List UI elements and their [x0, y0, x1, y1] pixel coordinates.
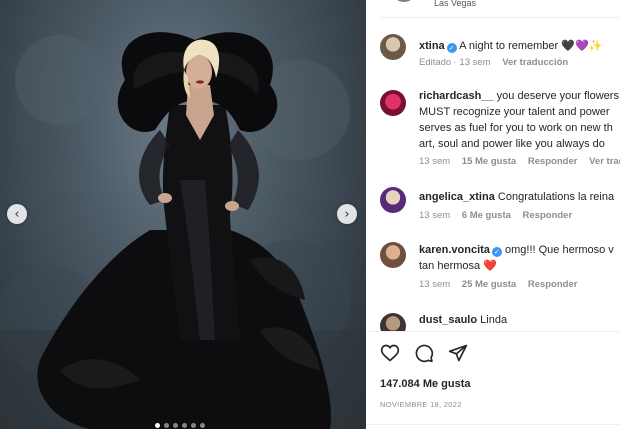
carousel-dot[interactable] [173, 423, 178, 428]
comment-text: MUST recognize your talent and power [419, 106, 610, 118]
carousel-indicator [155, 423, 205, 428]
comment-text: Congratulations la reina [497, 191, 615, 203]
avatar[interactable] [380, 242, 406, 268]
timestamp[interactable]: 13 sem [419, 279, 450, 290]
caption-meta: Editado · 13 sem Ver traducción [419, 57, 569, 68]
comment-text: tan hermosa ❤️ [419, 260, 497, 272]
likes-count[interactable]: 147.084 Me gusta [380, 378, 471, 390]
carousel-dot[interactable] [164, 423, 169, 428]
comment-username[interactable]: angelica_xtina [419, 191, 495, 203]
avatar[interactable] [380, 313, 406, 331]
comment-meta: 13 sem 25 Me gusta Responder [419, 279, 586, 290]
comment-text: Linda [480, 314, 508, 326]
chevron-right-icon: › [344, 206, 350, 222]
carousel-dot[interactable] [191, 423, 196, 428]
translate-link[interactable]: Ver trad [589, 156, 620, 167]
divider [366, 331, 620, 332]
comment-likes[interactable]: 15 Me gusta [462, 156, 516, 167]
comments-panel: Las Vegas xtina ✓ A night to remember 🖤💜✨… [366, 0, 620, 429]
chevron-left-icon: ‹ [14, 206, 20, 222]
location-label[interactable]: Las Vegas [434, 0, 476, 8]
share-icon[interactable] [448, 343, 468, 363]
comment-text: art, soul and power like you always do [419, 138, 605, 150]
carousel-dot[interactable] [155, 423, 160, 428]
avatar[interactable] [380, 90, 406, 116]
avatar[interactable] [380, 34, 406, 60]
edited-label: Editado [419, 57, 452, 68]
heart-icon[interactable] [380, 343, 400, 363]
comment-likes[interactable]: 25 Me gusta [462, 279, 516, 290]
comment-likes[interactable]: 6 Me gusta [462, 210, 511, 221]
reply-button[interactable]: Responder [523, 210, 573, 221]
carousel-dot[interactable] [182, 423, 187, 428]
comment-text: serves as fuel for you to work on new th [419, 122, 613, 134]
timestamp[interactable]: 13 sem [459, 57, 490, 68]
action-bar [380, 343, 468, 363]
author-username[interactable]: xtina [419, 40, 445, 52]
comment-item: dust_saulo Linda [380, 311, 620, 331]
next-image-button[interactable]: › [337, 204, 357, 224]
reply-button[interactable]: Responder [528, 279, 578, 290]
comment-username[interactable]: karen.voncita [419, 244, 490, 256]
reply-button[interactable]: Responder [528, 156, 578, 167]
timestamp[interactable]: 13 sem [419, 156, 450, 167]
caption-text: A night to remember 🖤💜✨ [459, 40, 603, 52]
comment-text: omg!!! Que hermoso v [504, 244, 614, 256]
verified-badge-icon: ✓ [446, 43, 457, 53]
comment-text: you deserve your flowers [496, 90, 619, 102]
carousel-dot[interactable] [200, 423, 205, 428]
divider [366, 424, 620, 425]
avatar[interactable] [380, 187, 406, 213]
timestamp[interactable]: 13 sem [419, 210, 450, 221]
translate-link[interactable]: Ver traducción [502, 57, 568, 68]
comment-meta: 13 sem 15 Me gusta Responder Ver trad [419, 156, 620, 167]
post-date[interactable]: NOVIEMBRE 18, 2022 [380, 400, 462, 409]
verified-badge-icon: ✓ [491, 247, 502, 257]
comment-icon[interactable] [414, 343, 434, 363]
post-header: Las Vegas [380, 0, 620, 18]
post-photo: ‹ › [0, 0, 366, 429]
comment-username[interactable]: dust_saulo [419, 314, 477, 326]
photo-artwork [0, 32, 366, 429]
previous-image-button[interactable]: ‹ [7, 204, 27, 224]
avatar[interactable] [392, 0, 416, 2]
comment-username[interactable]: richardcash__ [419, 90, 494, 102]
comment-meta: 13 sem 6 Me gusta Responder [419, 210, 581, 221]
